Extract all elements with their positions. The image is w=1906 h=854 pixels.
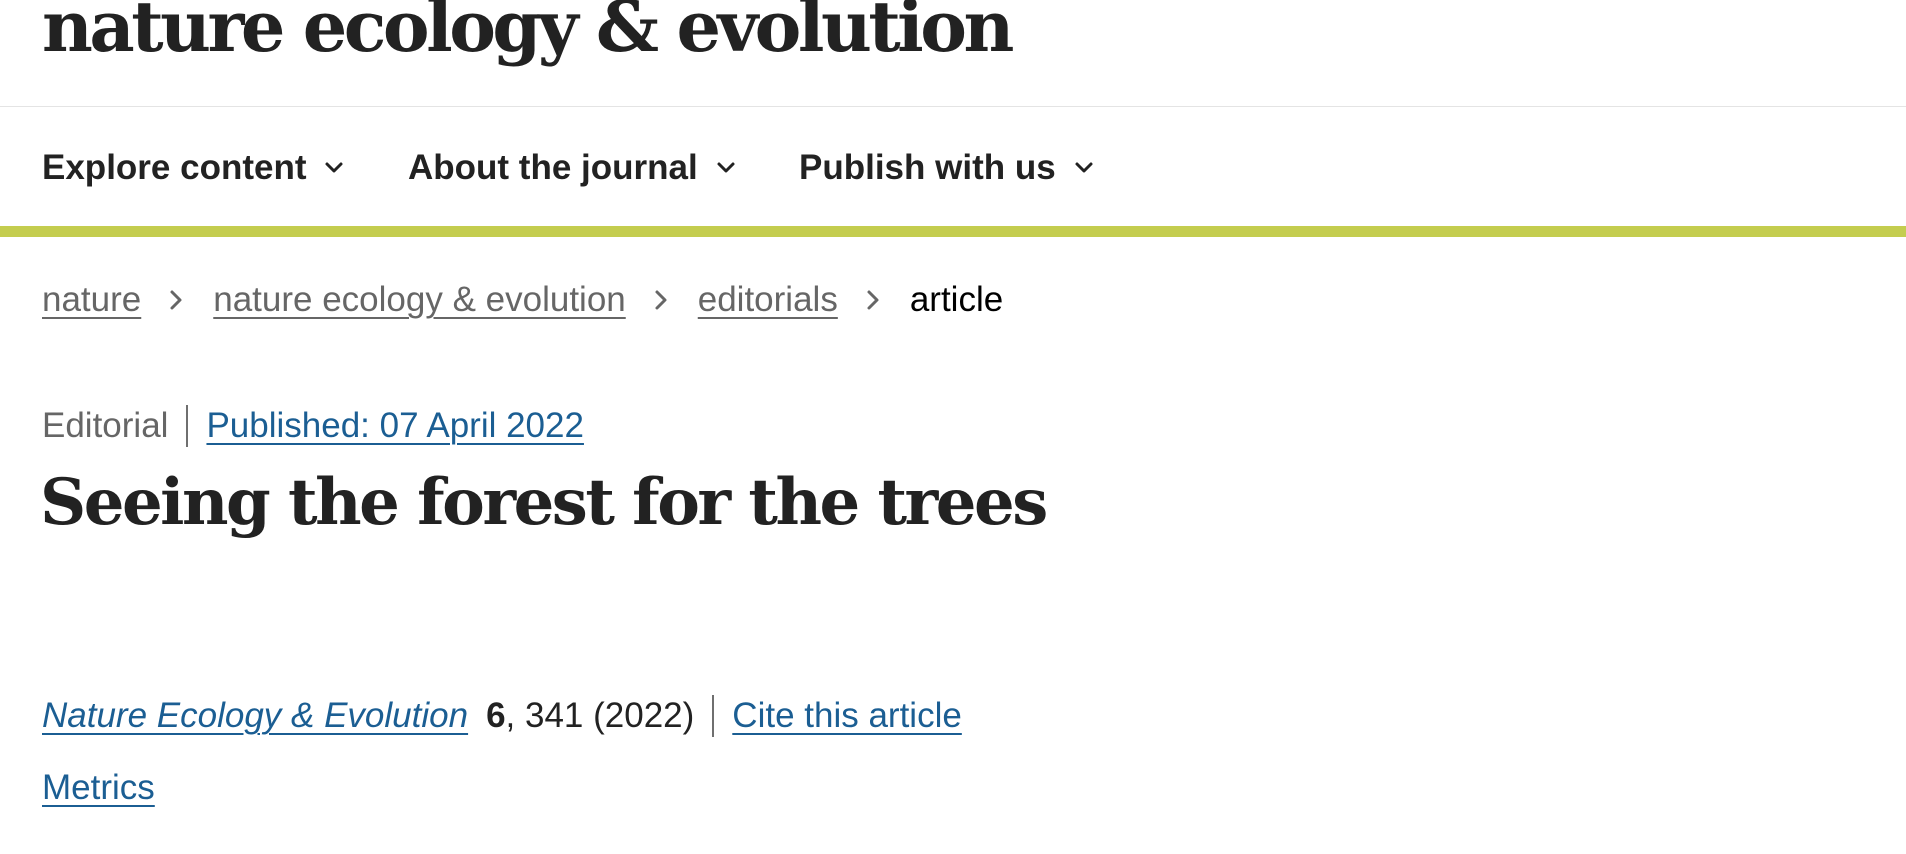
nav-label: Publish with us — [799, 148, 1056, 187]
breadcrumb-link-nature[interactable]: nature — [42, 280, 141, 320]
citation-divider — [712, 695, 715, 737]
article-type: Editorial — [42, 406, 169, 445]
citation-volume: 6 — [486, 696, 506, 735]
chevron-right-icon — [170, 290, 182, 310]
cite-this-article-link[interactable]: Cite this article — [732, 696, 962, 736]
article-title: Seeing the forest for the trees — [40, 465, 1048, 540]
chevron-right-icon — [867, 290, 879, 310]
meta-divider — [186, 405, 189, 447]
main-nav: Explore content About the journal Publis… — [0, 106, 1906, 226]
metrics-link[interactable]: Metrics — [42, 768, 155, 808]
nav-label: Explore content — [42, 148, 307, 187]
citation: Nature Ecology & Evolution 6 , 341 (2022… — [42, 695, 962, 737]
site-header: nature ecology & evolution — [0, 0, 1906, 107]
nav-explore-content[interactable]: Explore content — [42, 148, 344, 188]
nav-accent-rule — [0, 226, 1906, 237]
chevron-down-icon — [717, 162, 735, 173]
chevron-down-icon — [1075, 162, 1093, 173]
chevron-down-icon — [325, 162, 343, 173]
article-meta: Editorial Published: 07 April 2022 — [42, 405, 584, 447]
published-date-link[interactable]: Published: 07 April 2022 — [206, 406, 584, 446]
citation-pages: , 341 (2022) — [505, 696, 695, 735]
chevron-right-icon — [655, 290, 667, 310]
nav-about-journal[interactable]: About the journal — [408, 148, 736, 188]
nav-publish-with-us[interactable]: Publish with us — [799, 148, 1094, 188]
nav-label: About the journal — [408, 148, 698, 187]
breadcrumb-link-editorials[interactable]: editorials — [698, 280, 838, 320]
journal-logo[interactable]: nature ecology & evolution — [42, 0, 1014, 62]
journal-citation-link[interactable]: Nature Ecology & Evolution — [42, 696, 468, 736]
breadcrumb-link-journal[interactable]: nature ecology & evolution — [213, 280, 626, 320]
breadcrumb: nature nature ecology & evolution editor… — [42, 280, 1003, 320]
breadcrumb-current: article — [909, 280, 1004, 319]
